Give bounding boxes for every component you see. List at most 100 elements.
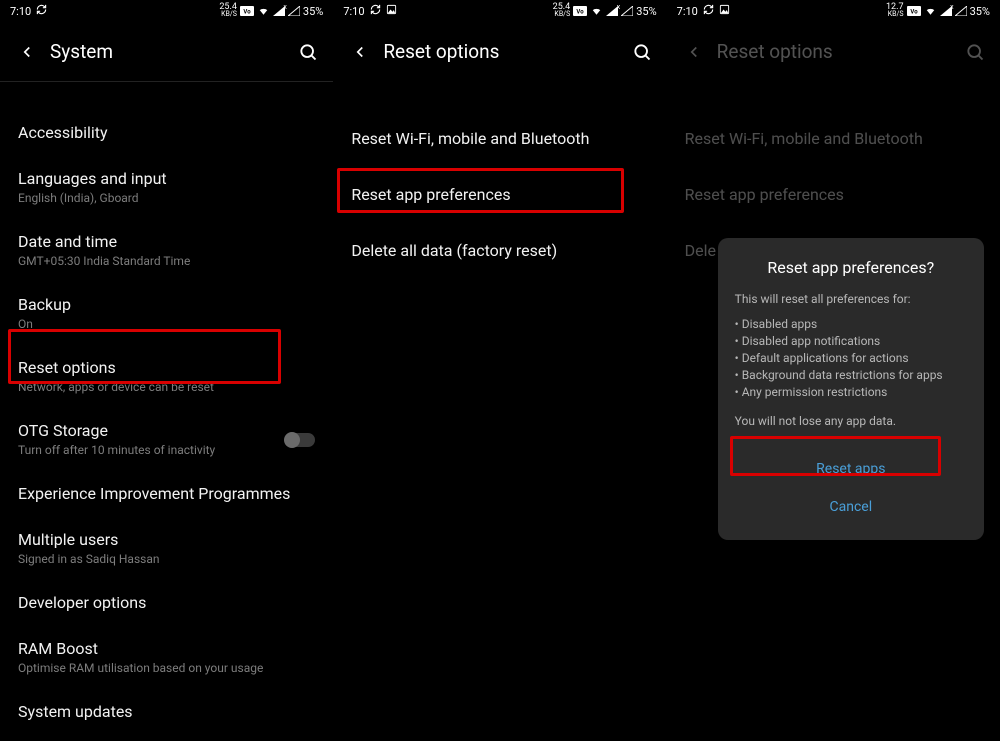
header: Reset options [333, 22, 666, 81]
item-label: System updates [18, 702, 315, 722]
item-sublabel: English (India), Gboard [18, 191, 315, 206]
back-icon[interactable] [18, 43, 36, 61]
item-label: Reset app preferences [685, 185, 982, 205]
vowifi-icon: Vo [907, 6, 921, 17]
svg-text:Vo: Vo [910, 8, 918, 15]
item-experience-improvement[interactable]: Experience Improvement Programmes [0, 471, 333, 517]
item-sublabel: Network, apps or device can be reset [18, 380, 315, 395]
item-otg-storage[interactable]: OTG Storage Turn off after 10 minutes of… [0, 408, 333, 471]
dialog-bullet: Default applications for actions [735, 350, 967, 367]
item-label: Reset Wi-Fi, mobile and Bluetooth [685, 129, 982, 149]
image-icon [719, 4, 730, 18]
status-time: 7:10 [10, 5, 31, 18]
dialog-outro: You will not lose any app data. [735, 413, 967, 430]
vowifi-icon: Vo [573, 6, 587, 17]
screen-reset-options: 7:10 25.4KB/S Vo x 35% Reset options [333, 0, 666, 741]
page-title: Reset options [383, 40, 617, 63]
status-bar: 7:10 12.7KB/S Vo x 35% [667, 0, 1000, 22]
item-ram-boost[interactable]: RAM Boost Optimise RAM utilisation based… [0, 626, 333, 689]
back-icon [685, 43, 703, 61]
item-reset-app-preferences: Reset app preferences [667, 167, 1000, 223]
item-label: Accessibility [18, 123, 315, 143]
otg-toggle[interactable] [285, 433, 315, 447]
item-label: RAM Boost [18, 639, 315, 659]
status-time: 7:10 [677, 5, 698, 18]
signal-icon: x [940, 6, 952, 17]
status-battery: 35% [970, 5, 990, 18]
item-backup[interactable]: Backup On [0, 282, 333, 345]
status-time: 7:10 [343, 5, 364, 18]
item-label: Delete all data (factory reset) [351, 241, 648, 261]
status-bar: 7:10 25.4KB/S Vo x 35% [0, 0, 333, 22]
item-sublabel: Turn off after 10 minutes of inactivity [18, 443, 215, 458]
item-label: Languages and input [18, 169, 315, 189]
status-battery: 35% [636, 5, 656, 18]
search-icon[interactable] [632, 42, 652, 62]
status-data-rate: 25.4KB/S [219, 4, 237, 18]
image-icon [386, 4, 397, 18]
dialog-bullet: Disabled apps [735, 316, 967, 333]
screen-reset-dialog: 7:10 12.7KB/S Vo x 35% Reset option [667, 0, 1000, 741]
dialog-bullets: Disabled apps Disabled app notifications… [735, 316, 967, 401]
item-reset-options[interactable]: Reset options Network, apps or device ca… [0, 345, 333, 408]
dialog-bullet: Disabled app notifications [735, 333, 967, 350]
item-label: Reset app preferences [351, 185, 648, 205]
item-label: Developer options [18, 593, 315, 613]
signal-icon: x [606, 6, 618, 17]
item-factory-reset[interactable]: Delete all data (factory reset) [333, 223, 666, 279]
back-icon[interactable] [351, 43, 369, 61]
vowifi-icon: Vo [240, 6, 254, 17]
sync-icon [703, 4, 714, 18]
wifi-icon [590, 6, 603, 17]
item-sublabel: Signed in as Sadiq Hassan [18, 552, 315, 567]
dialog-title: Reset app preferences? [735, 258, 967, 277]
signal-icon: x [273, 6, 285, 17]
item-sublabel: On [18, 317, 315, 332]
reset-apps-button[interactable]: Reset apps [735, 450, 967, 488]
item-sublabel: GMT+05:30 India Standard Time [18, 254, 315, 269]
item-label: Reset Wi-Fi, mobile and Bluetooth [351, 129, 648, 149]
page-title: Reset options [717, 40, 951, 63]
svg-text:Vo: Vo [577, 8, 585, 15]
dialog-bullet: Any permission restrictions [735, 384, 967, 401]
status-data-rate: 12.7KB/S [886, 4, 904, 18]
status-data-rate: 25.4KB/S [553, 4, 571, 18]
item-multiple-users[interactable]: Multiple users Signed in as Sadiq Hassan [0, 517, 333, 580]
wifi-icon [924, 6, 937, 17]
status-battery: 35% [303, 5, 323, 18]
item-sublabel: Optimise RAM utilisation based on your u… [18, 661, 315, 676]
page-title: System [50, 40, 284, 63]
item-label: Date and time [18, 232, 315, 252]
sync-icon [370, 4, 381, 18]
dialog-intro: This will reset all preferences for: [735, 291, 967, 308]
header: System [0, 22, 333, 81]
item-date-time[interactable]: Date and time GMT+05:30 India Standard T… [0, 219, 333, 282]
screen-system: 7:10 25.4KB/S Vo x 35% System Acc [0, 0, 333, 741]
signal-empty-icon [621, 6, 633, 17]
search-icon [965, 42, 985, 62]
item-system-updates[interactable]: System updates [0, 689, 333, 735]
item-reset-wifi: Reset Wi-Fi, mobile and Bluetooth [667, 111, 1000, 167]
item-developer-options[interactable]: Developer options [0, 580, 333, 626]
search-icon[interactable] [298, 42, 318, 62]
item-accessibility[interactable]: Accessibility [0, 110, 333, 156]
dialog-bullet: Background data restrictions for apps [735, 367, 967, 384]
signal-empty-icon [288, 6, 300, 17]
sync-icon [36, 4, 47, 18]
item-reset-app-preferences[interactable]: Reset app preferences [333, 167, 666, 223]
item-label: Experience Improvement Programmes [18, 484, 315, 504]
item-label: Multiple users [18, 530, 315, 550]
wifi-icon [257, 6, 270, 17]
item-languages-input[interactable]: Languages and input English (India), Gbo… [0, 156, 333, 219]
reset-app-preferences-dialog: Reset app preferences? This will reset a… [718, 238, 984, 540]
item-label: OTG Storage [18, 421, 215, 441]
settings-list: Accessibility Languages and input Englis… [0, 82, 333, 735]
cancel-button[interactable]: Cancel [735, 488, 967, 526]
item-label: Reset options [18, 358, 315, 378]
reset-options-list: Reset Wi-Fi, mobile and Bluetooth Reset … [333, 81, 666, 279]
svg-text:Vo: Vo [243, 8, 251, 15]
status-bar: 7:10 25.4KB/S Vo x 35% [333, 0, 666, 22]
item-label: Backup [18, 295, 315, 315]
item-reset-wifi[interactable]: Reset Wi-Fi, mobile and Bluetooth [333, 111, 666, 167]
signal-empty-icon [955, 6, 967, 17]
